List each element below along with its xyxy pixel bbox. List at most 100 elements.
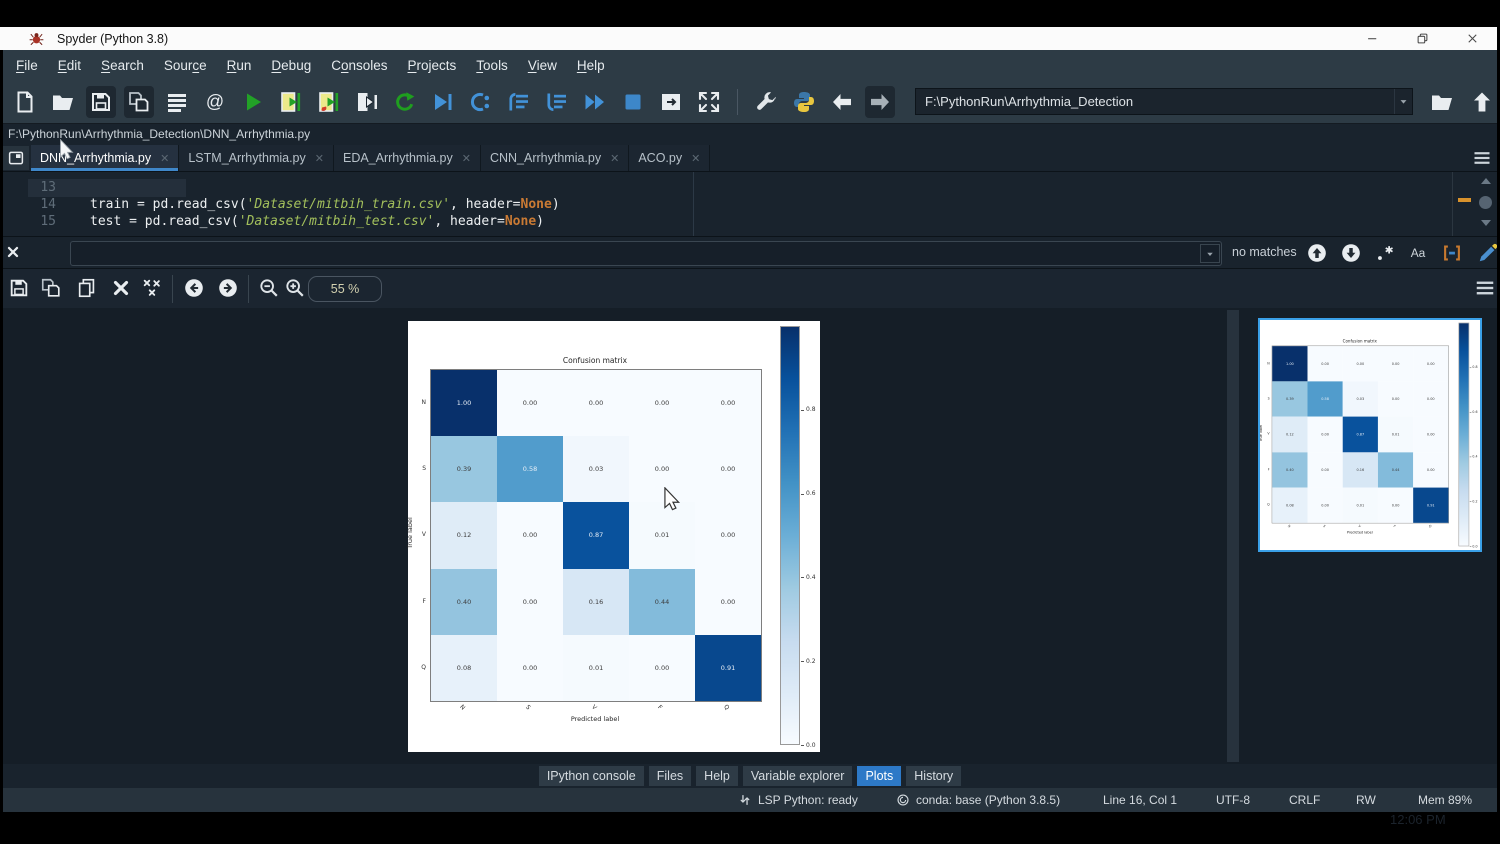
heatmap-cell: 0.08 <box>431 635 497 701</box>
code-line-13[interactable]: 13 <box>0 180 1500 197</box>
save-all-plots-icon[interactable] <box>40 277 64 301</box>
debug-file-icon[interactable] <box>428 86 458 118</box>
y-tick-label: S <box>1262 397 1269 401</box>
fullscreen-icon[interactable] <box>694 86 724 118</box>
editor-tab-cnn_arrhythmia-py[interactable]: CNN_Arrhythmia.py✕ <box>481 145 629 171</box>
menu-help[interactable]: Help <box>567 58 615 73</box>
code-editor[interactable]: 1314train = pd.read_csv('Dataset/mitbih_… <box>0 172 1500 236</box>
colorbar-tick-label: 0.4 <box>1472 455 1477 459</box>
save-all-icon[interactable] <box>124 86 154 118</box>
run-cell-advance-icon[interactable] <box>314 86 344 118</box>
zoom-level-field[interactable]: 55 % <box>308 276 382 302</box>
menu-view[interactable]: View <box>518 58 567 73</box>
tab-close-icon[interactable]: ✕ <box>610 152 619 165</box>
menu-search[interactable]: Search <box>91 58 154 73</box>
copy-plot-icon[interactable] <box>76 277 100 301</box>
regex-icon[interactable] <box>1374 242 1396 264</box>
heatmap-grid: 1.000.000.000.000.000.390.580.030.000.00… <box>1272 346 1449 524</box>
working-directory-value: F:\PythonRun\Arrhythmia_Detection <box>925 94 1133 109</box>
plots-scrollbar[interactable] <box>1227 310 1239 762</box>
confusion-matrix-figure[interactable]: Confusion matrix1.000.000.000.000.000.39… <box>408 321 820 752</box>
file-switcher-icon[interactable] <box>162 86 192 118</box>
find-symbols-icon[interactable]: @ <box>200 86 230 118</box>
run-selection-icon[interactable] <box>352 86 382 118</box>
plot-thumbnail[interactable]: Confusion matrix1.000.000.000.000.000.39… <box>1258 318 1482 552</box>
menu-tools[interactable]: Tools <box>466 58 518 73</box>
next-plot-icon[interactable] <box>217 277 241 301</box>
colorbar-tick <box>1470 412 1472 413</box>
scroll-up-icon[interactable] <box>1481 178 1491 184</box>
browse-tabs-button[interactable] <box>2 146 29 170</box>
code-line-14[interactable]: 14train = pd.read_csv('Dataset/mitbih_tr… <box>0 197 1500 214</box>
editor-tab-dnn_arrhythmia-py[interactable]: DNN_Arrhythmia.py✕ <box>31 145 179 171</box>
find-input[interactable] <box>70 241 1222 266</box>
editor-options-menu-icon[interactable] <box>1472 148 1494 170</box>
previous-plot-icon[interactable] <box>183 277 207 301</box>
save-plot-icon[interactable] <box>8 277 32 301</box>
scroll-down-icon[interactable] <box>1481 220 1491 226</box>
find-previous-icon[interactable] <box>1306 242 1328 264</box>
pane-tab-history[interactable]: History <box>906 766 961 786</box>
debug-stop-icon[interactable] <box>618 86 648 118</box>
editor-tab-lstm_arrhythmia-py[interactable]: LSTM_Arrhythmia.py✕ <box>179 145 334 171</box>
parent-directory-button[interactable] <box>1467 86 1497 118</box>
browse-directory-button[interactable] <box>1427 86 1457 118</box>
highlight-matches-icon[interactable] <box>1477 242 1499 264</box>
menu-debug[interactable]: Debug <box>261 58 321 73</box>
working-directory-combobox[interactable]: F:\PythonRun\Arrhythmia_Detection <box>915 88 1413 115</box>
restore-button[interactable] <box>1399 27 1445 50</box>
case-sensitive-icon[interactable]: Aa <box>1407 242 1429 264</box>
pane-tab-help[interactable]: Help <box>696 766 738 786</box>
zoom-out-icon[interactable] <box>258 277 282 301</box>
preferences-icon[interactable] <box>751 86 781 118</box>
menu-consoles[interactable]: Consoles <box>321 58 397 73</box>
new-file-icon[interactable] <box>10 86 40 118</box>
status-lsp: LSP Python: ready <box>738 788 858 812</box>
pane-tab-ipython-console[interactable]: IPython console <box>539 766 644 786</box>
open-file-icon[interactable] <box>48 86 78 118</box>
editor-scrollbar-track[interactable] <box>1452 172 1453 236</box>
zoom-in-icon[interactable] <box>284 277 308 301</box>
debug-step-into-icon[interactable] <box>504 86 534 118</box>
menu-projects[interactable]: Projects <box>398 58 467 73</box>
debug-continue-icon[interactable] <box>580 86 610 118</box>
close-button[interactable] <box>1449 27 1495 50</box>
pane-tab-files[interactable]: Files <box>649 766 691 786</box>
python-env-icon[interactable] <box>789 86 819 118</box>
back-icon[interactable] <box>827 86 857 118</box>
pane-tab-plots[interactable]: Plots <box>857 766 901 786</box>
tab-close-icon[interactable]: ✕ <box>462 152 471 165</box>
debug-step-return-icon[interactable] <box>542 86 572 118</box>
plots-options-menu-icon[interactable] <box>1474 277 1498 301</box>
run-cell-icon[interactable] <box>276 86 306 118</box>
code-line-15[interactable]: 15test = pd.read_csv('Dataset/mitbih_tes… <box>0 214 1500 231</box>
close-all-plots-icon[interactable] <box>141 277 165 301</box>
menu-edit[interactable]: Edit <box>48 58 91 73</box>
tab-close-icon[interactable]: ✕ <box>315 152 324 165</box>
editor-tab-eda_arrhythmia-py[interactable]: EDA_Arrhythmia.py✕ <box>334 145 481 171</box>
forward-icon[interactable] <box>865 86 895 118</box>
tab-close-icon[interactable]: ✕ <box>691 152 700 165</box>
minimize-button[interactable] <box>1349 27 1395 50</box>
save-file-icon[interactable] <box>86 86 116 118</box>
line-content: train = pd.read_csv('Dataset/mitbih_trai… <box>90 197 560 214</box>
menu-run[interactable]: Run <box>217 58 262 73</box>
menu-file[interactable]: File <box>6 58 48 73</box>
debug-step-icon[interactable] <box>466 86 496 118</box>
find-close-icon[interactable] <box>5 244 23 262</box>
editor-tab-aco-py[interactable]: ACO.py✕ <box>629 145 710 171</box>
tab-close-icon[interactable]: ✕ <box>160 152 169 165</box>
rerun-last-icon[interactable] <box>390 86 420 118</box>
status-line: Line 16, Col 1 <box>1103 788 1177 812</box>
close-plot-icon[interactable] <box>110 277 134 301</box>
chevron-down-icon[interactable] <box>1394 89 1412 114</box>
find-next-icon[interactable] <box>1340 242 1362 264</box>
whole-words-icon[interactable] <box>1441 242 1463 264</box>
maximize-pane-icon[interactable] <box>656 86 686 118</box>
editor-scrollbar-thumb[interactable] <box>1479 196 1492 209</box>
run-file-icon[interactable] <box>238 86 268 118</box>
menu-source[interactable]: Source <box>154 58 217 73</box>
heatmap-cell: 0.03 <box>1343 381 1378 416</box>
find-history-dropdown[interactable] <box>1200 244 1220 263</box>
pane-tab-variable-explorer[interactable]: Variable explorer <box>743 766 853 786</box>
